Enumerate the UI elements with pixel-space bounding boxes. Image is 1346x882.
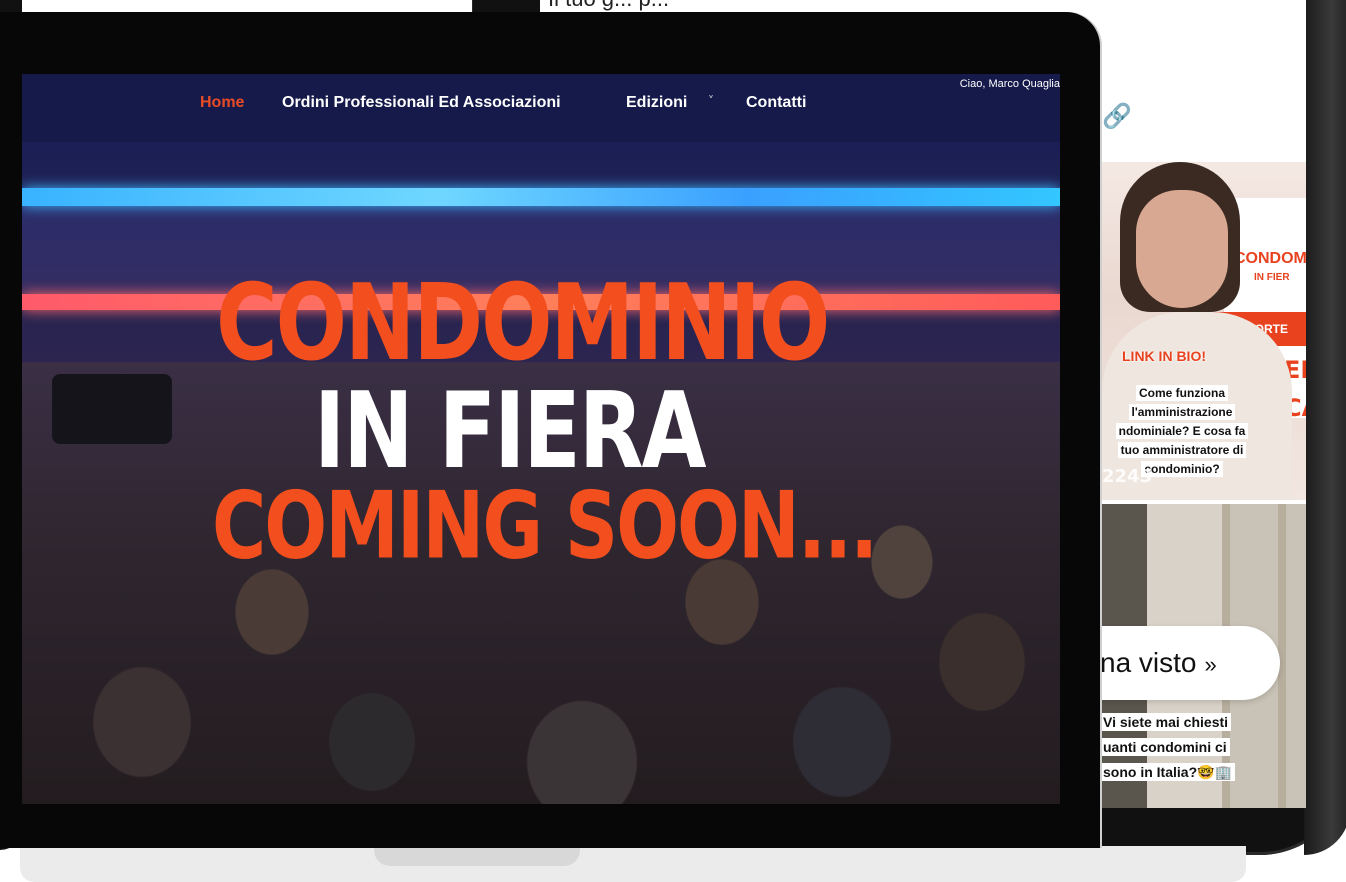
seen-pill[interactable]: na visto »	[1102, 626, 1280, 700]
nav-item-home[interactable]: Home	[200, 94, 244, 112]
caption-line: tuo amministratore di	[1117, 442, 1247, 458]
link-icon[interactable]: 🔗	[1102, 102, 1132, 130]
tiktok-video-card[interactable]: CONDOMI IN FIER SUPPORTE ER CA LINK IN B…	[1102, 162, 1306, 500]
laptop-frame: Home Ordini Professionali Ed Associazion…	[0, 12, 1100, 848]
hero-banner: CONDOMINIO IN FIERA COMING SOON...	[22, 142, 1060, 804]
user-greeting[interactable]: Ciao, Marco Quaglia	[960, 78, 1060, 90]
hero-title-line3: COMING SOON...	[212, 472, 878, 580]
link-in-bio-label: LINK IN BIO!	[1122, 348, 1206, 364]
chevron-down-icon: »	[1204, 652, 1217, 677]
caption-line: ndominiale? E cosa fa	[1115, 423, 1249, 439]
seen-label: na visto	[1102, 647, 1197, 678]
nav-item-ordini[interactable]: Ordini Professionali Ed Associazioni	[282, 94, 561, 112]
caption-line: sono in Italia?🤓🏢	[1102, 763, 1235, 781]
view-count: 2243	[1102, 466, 1153, 487]
caption-line: uanti condomini ci	[1102, 738, 1230, 756]
tiktok-video-card[interactable]: na visto » Vi siete mai chiesti uanti con…	[1102, 504, 1306, 808]
stage-led-blue	[22, 188, 1060, 206]
laptop-notch	[374, 846, 580, 866]
chevron-down-icon[interactable]: ˅	[708, 94, 714, 108]
presenter-face	[1136, 190, 1228, 308]
caption-line: l'amministrazione	[1128, 404, 1236, 420]
hero-title-line1: CONDOMINIO	[216, 261, 830, 384]
caption-line: Vi siete mai chiesti	[1102, 713, 1232, 731]
banner-brand-title: CONDOMI	[1234, 250, 1306, 267]
nav-item-contatti[interactable]: Contatti	[746, 94, 806, 112]
video-caption: Come funziona l'amministrazione ndominia…	[1102, 384, 1262, 479]
back-device-top-text: Il tuo g... p...	[548, 0, 669, 12]
hero-title-line2: IN FIERA	[314, 369, 707, 492]
site-navbar: Home Ordini Professionali Ed Associazion…	[22, 74, 1060, 142]
caption-line: Come funziona	[1136, 385, 1228, 401]
laptop-base	[20, 846, 1246, 882]
laptop-screen: Home Ordini Professionali Ed Associazion…	[22, 74, 1060, 804]
nav-item-edizioni[interactable]: Edizioni	[626, 94, 687, 112]
banner-brand-subtitle: IN FIER	[1254, 272, 1290, 283]
camera-photo	[52, 374, 172, 444]
video-caption: Vi siete mai chiesti uanti condomini ci …	[1102, 710, 1240, 785]
caption-line: condominio?	[1141, 461, 1223, 477]
tiktok-feed: CONDOMI IN FIER SUPPORTE ER CA LINK IN B…	[1102, 162, 1306, 808]
